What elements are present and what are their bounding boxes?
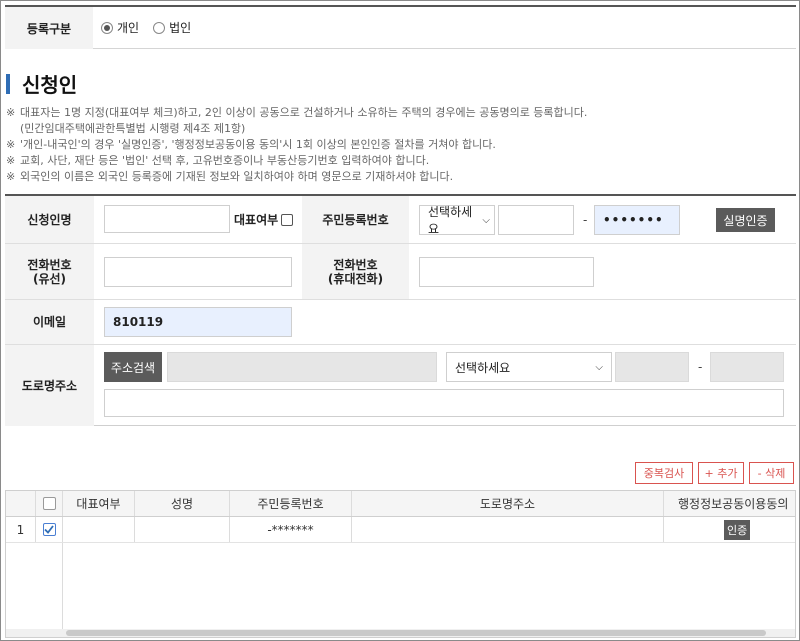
duplicate-check-button[interactable]: 중복검사 <box>635 462 693 484</box>
notice-text: 교회, 사단, 재단 등은 '법인' 선택 후, 고유번호증이나 부동산등기번호… <box>20 154 430 167</box>
notice-mark-icon: ※ <box>6 154 16 167</box>
representative-checkbox[interactable] <box>281 213 294 226</box>
notice-subtext: (민간임대주택에관한특별법 시행령 제4조 제1항) <box>20 122 246 135</box>
resident-number-separator: - <box>583 213 588 227</box>
representative-label: 대표여부 <box>234 213 279 227</box>
phone-label-line1: 전화번호 <box>27 257 72 272</box>
phone-input[interactable] <box>104 257 292 287</box>
radio-checked-icon[interactable] <box>101 21 113 34</box>
email-input[interactable]: 810119 <box>104 307 292 337</box>
real-name-auth-button[interactable]: 실명인증 <box>716 208 775 232</box>
page-title: 신청인 <box>22 73 78 97</box>
registration-type-label: 등록구분 <box>5 7 93 49</box>
address-code2-input[interactable] <box>710 352 784 382</box>
mobile-label-line1: 전화번호 <box>333 257 378 272</box>
notice-item: ※ 외국인의 이름은 외국인 등록증에 기재된 정보와 일치하여야 하며 영문으… <box>6 169 796 185</box>
address-type-select[interactable]: 선택하세요 ⌵ <box>446 352 612 382</box>
resident-number-front-input[interactable] <box>498 205 574 235</box>
row-checkbox[interactable] <box>42 523 56 536</box>
email-label: 이메일 <box>5 300 94 344</box>
grid-empty-area <box>6 543 795 637</box>
notice-item: ※ 대표자는 1명 지정(대표여부 체크)하고, 2인 이상이 공동으로 건설하… <box>6 105 796 121</box>
applicant-name-label: 신청인명 <box>5 196 94 243</box>
representative-toggle[interactable]: 대표여부 <box>234 211 294 228</box>
table-row[interactable]: 1 -******* 인증 <box>6 517 795 543</box>
radio-individual-label: 개인 <box>117 21 140 35</box>
title-accent-bar <box>6 73 10 94</box>
resident-number-back-input[interactable]: ••••••• <box>594 205 680 235</box>
radio-unchecked-icon[interactable] <box>153 21 166 34</box>
grid-header-name[interactable]: 성명 <box>135 491 230 516</box>
row-resident-number: -******* <box>230 517 352 542</box>
consent-auth-button[interactable]: 인증 <box>724 519 751 540</box>
scrollbar-thumb[interactable] <box>66 630 766 636</box>
address-main-input[interactable] <box>167 352 437 382</box>
grid-header-select[interactable] <box>36 491 63 516</box>
applicant-grid: 대표여부 성명 주민등록번호 도로명주소 행정정보공동이용동의 1 -*****… <box>5 490 796 638</box>
row-number: 1 <box>6 517 36 542</box>
notice-mark-icon: ※ <box>6 106 16 119</box>
notice-text: '개인-내국인'의 경우 '실명인증', '행정정보공동이용 동의'시 1회 이… <box>20 138 496 151</box>
row-address <box>352 517 664 542</box>
horizontal-scrollbar[interactable] <box>6 629 795 637</box>
chevron-down-icon: ⌵ <box>482 214 490 226</box>
resident-type-select[interactable]: 선택하세요 ⌵ <box>419 205 495 236</box>
mobile-label: 전화번호 (휴대전화) <box>302 244 409 299</box>
row-representative <box>63 517 135 542</box>
applicant-name-input[interactable] <box>104 205 230 233</box>
resident-number-label: 주민등록번호 <box>302 196 409 243</box>
registration-type-radio-group: 개인 법인 <box>101 19 205 36</box>
notice-text: 외국인의 이름은 외국인 등록증에 기재된 정보와 일치하여야 하며 영문으로 … <box>20 170 454 183</box>
mobile-input[interactable] <box>419 257 594 287</box>
add-button[interactable]: + 추가 <box>698 462 744 484</box>
address-type-select-value: 선택하세요 <box>455 360 511 375</box>
section-header: 신청인 <box>6 69 77 98</box>
notice-item: ※ '개인-내국인'의 경우 '실명인증', '행정정보공동이용 동의'시 1회… <box>6 137 796 153</box>
delete-button[interactable]: - 삭제 <box>749 462 794 484</box>
radio-corporation-label: 법인 <box>169 21 192 35</box>
chevron-down-icon: ⌵ <box>595 361 603 373</box>
grid-header-representative[interactable]: 대표여부 <box>63 491 135 516</box>
address-separator: - <box>698 360 703 374</box>
applicant-form-window: 등록구분 개인 법인 신청인 ※ 대표자는 1명 지정(대표여부 체크)하고, … <box>0 0 800 641</box>
row-consent: 인증 <box>664 517 795 542</box>
grid-header-consent[interactable]: 행정정보공동이용동의 <box>664 491 795 516</box>
address-search-button[interactable]: 주소검색 <box>104 352 162 382</box>
phone-label: 전화번호 (유선) <box>5 244 94 299</box>
notice-item: ※ 교회, 사단, 재단 등은 '법인' 선택 후, 고유번호증이나 부동산등기… <box>6 153 796 169</box>
row-name <box>135 517 230 542</box>
grid-header: 대표여부 성명 주민등록번호 도로명주소 행정정보공동이용동의 <box>6 491 795 517</box>
grid-header-no <box>6 491 36 516</box>
radio-individual[interactable]: 개인 <box>101 19 139 36</box>
checkmark-icon <box>44 525 54 534</box>
mobile-label-line2: (휴대전화) <box>327 271 384 286</box>
applicant-form-table: 신청인명 대표여부 주민등록번호 선택하세요 ⌵ - ••••••• 실명인증 … <box>5 194 796 426</box>
resident-type-select-value: 선택하세요 <box>428 205 473 236</box>
grid-header-resident-number[interactable]: 주민등록번호 <box>230 491 352 516</box>
road-address-label: 도로명주소 <box>5 345 94 426</box>
select-all-checkbox[interactable] <box>42 497 56 510</box>
notice-mark-icon: ※ <box>6 138 16 151</box>
phone-label-line2: (유선) <box>32 271 67 286</box>
notice-text: 대표자는 1명 지정(대표여부 체크)하고, 2인 이상이 공동으로 건설하거나… <box>20 106 588 119</box>
notice-list: ※ 대표자는 1명 지정(대표여부 체크)하고, 2인 이상이 공동으로 건설하… <box>6 105 796 185</box>
address-detail-input[interactable] <box>104 389 784 417</box>
registration-type-row: 등록구분 개인 법인 <box>5 5 796 49</box>
address-code1-input[interactable] <box>615 352 689 382</box>
notice-mark-icon: ※ <box>6 170 16 183</box>
grid-header-address[interactable]: 도로명주소 <box>352 491 664 516</box>
row-select[interactable] <box>36 517 63 542</box>
radio-corporation[interactable]: 법인 <box>153 19 191 36</box>
